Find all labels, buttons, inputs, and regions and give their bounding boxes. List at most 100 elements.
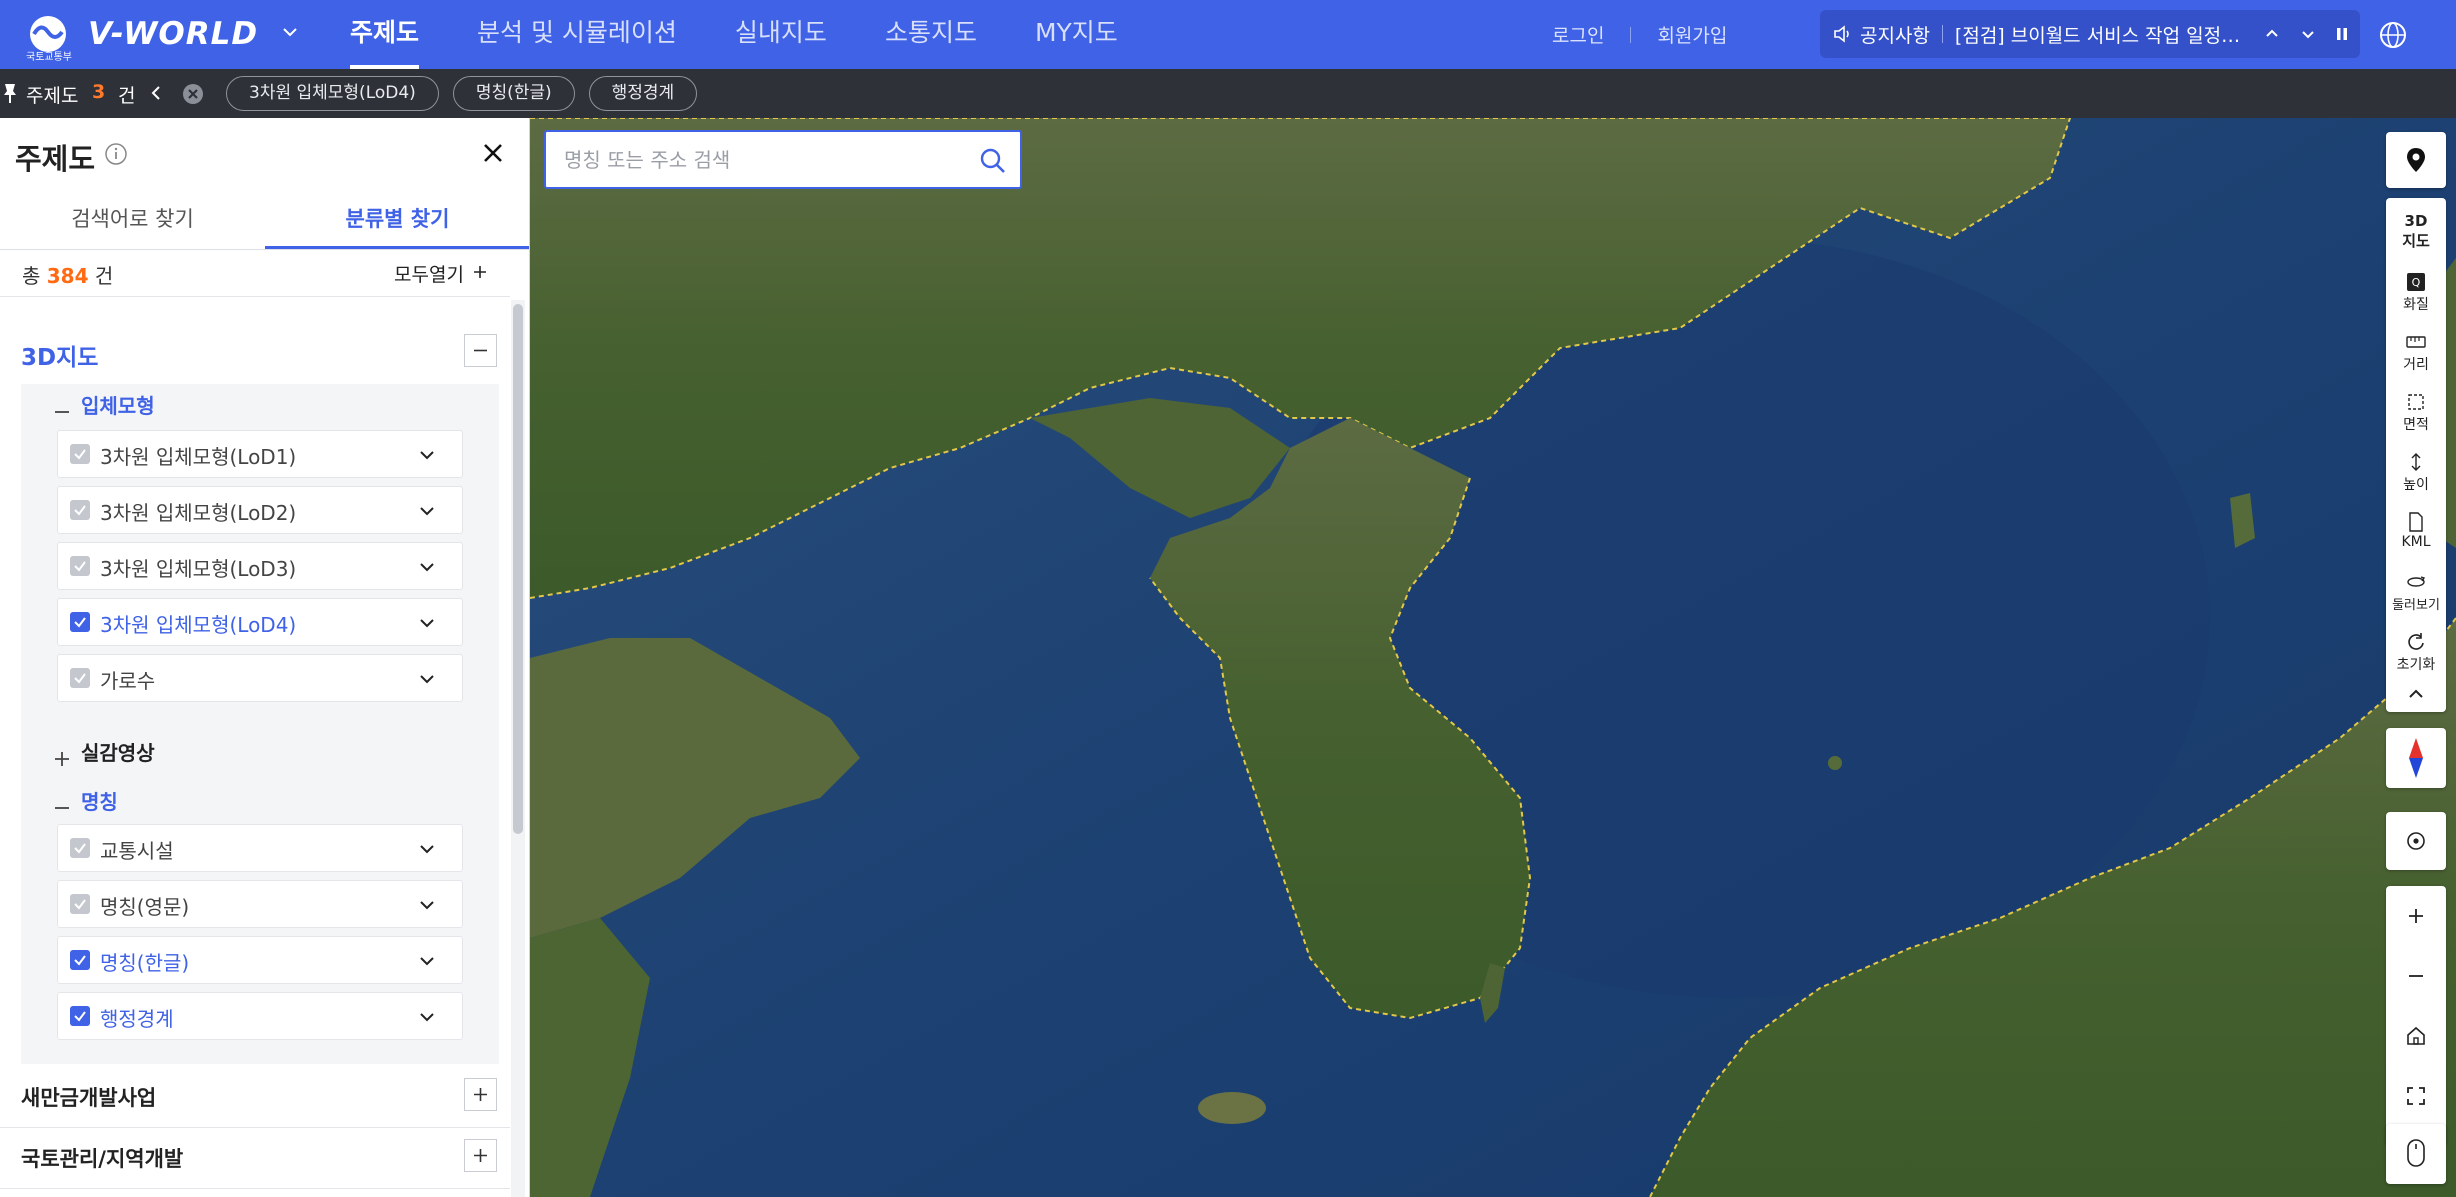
quality-icon: Q bbox=[2407, 273, 2425, 291]
search-input[interactable] bbox=[564, 146, 964, 174]
vworld-logo[interactable]: V-WORLD bbox=[88, 16, 258, 52]
selected-layer-chips: 3차원 입체모형(LoD4) 명칭(한글) 행정경계 bbox=[226, 76, 711, 111]
pin-icon[interactable] bbox=[2, 82, 18, 104]
chip-lod4[interactable]: 3차원 입체모형(LoD4) bbox=[226, 76, 439, 111]
nav-communication-map[interactable]: 소통지도 bbox=[885, 0, 977, 69]
chevron-down-icon[interactable] bbox=[416, 612, 438, 634]
chevron-down-icon[interactable] bbox=[416, 838, 438, 860]
close-icon[interactable] bbox=[480, 140, 506, 166]
login-link[interactable]: 로그인 bbox=[1552, 21, 1604, 48]
globe-language-icon[interactable] bbox=[2378, 20, 2408, 50]
layer-item-lod3[interactable]: 3차원 입체모형(LoD3) bbox=[57, 542, 463, 590]
signup-link[interactable]: 회원가입 bbox=[1657, 21, 1727, 48]
chevron-up-icon[interactable] bbox=[2260, 22, 2284, 46]
my-location-button[interactable] bbox=[2386, 812, 2446, 870]
search-icon[interactable] bbox=[978, 146, 1008, 176]
ministry-name: 국토교통부 bbox=[26, 52, 72, 63]
total-unit: 건 bbox=[94, 264, 114, 288]
nav-thematic-map[interactable]: 주제도 bbox=[350, 0, 420, 69]
checkbox-unchecked[interactable] bbox=[70, 500, 90, 520]
tool-height[interactable]: 높이 bbox=[2386, 452, 2446, 494]
tool-look-around[interactable]: 둘러보기 bbox=[2386, 572, 2446, 613]
checkbox-unchecked[interactable] bbox=[70, 668, 90, 688]
checkbox-unchecked[interactable] bbox=[70, 556, 90, 576]
info-icon[interactable] bbox=[104, 142, 128, 166]
group-realistic-imagery[interactable]: 실감영상 bbox=[81, 737, 155, 766]
notice-text[interactable]: [점검] 브이월드 서비스 작업 일정 안내 bbox=[1955, 21, 2245, 48]
plus-icon[interactable] bbox=[53, 750, 71, 768]
chip-admin-boundary[interactable]: 행정경계 bbox=[588, 76, 698, 111]
minus-icon[interactable] bbox=[53, 403, 71, 421]
collapse-3d-button[interactable] bbox=[464, 334, 497, 367]
tool-distance[interactable]: 거리 bbox=[2386, 332, 2446, 374]
selected-layers-title: 주제도 bbox=[26, 85, 79, 107]
satellite-imagery[interactable] bbox=[530, 118, 2456, 1197]
tab-browse-by-category[interactable]: 분류별 찾기 bbox=[265, 190, 529, 249]
ruler-icon bbox=[2406, 336, 2426, 348]
layer-item-name-korean[interactable]: 명칭(한글) bbox=[57, 936, 463, 984]
target-location-icon bbox=[2407, 832, 2425, 850]
mouse-controls-button[interactable] bbox=[2386, 1124, 2446, 1184]
chevron-down-icon[interactable] bbox=[416, 444, 438, 466]
chip-name-korean[interactable]: 명칭(한글) bbox=[452, 76, 575, 111]
pause-icon[interactable] bbox=[2330, 22, 2354, 46]
mouse-icon bbox=[2407, 1139, 2425, 1167]
chevron-up-icon[interactable] bbox=[2406, 686, 2426, 702]
layer-item-lod2[interactable]: 3차원 입체모형(LoD2) bbox=[57, 486, 463, 534]
notice-ticker[interactable]: 공지사항 [점검] 브이월드 서비스 작업 일정 안내 bbox=[1820, 10, 2360, 58]
checkbox-unchecked[interactable] bbox=[70, 894, 90, 914]
fullscreen-icon[interactable] bbox=[2404, 1084, 2428, 1108]
group-place-names[interactable]: 명칭 bbox=[81, 786, 118, 815]
mode-3d-map[interactable]: 3D 지도 bbox=[2386, 212, 2446, 251]
layer-label: 3차원 입체모형(LoD4) bbox=[100, 613, 297, 637]
checkbox-checked[interactable] bbox=[70, 612, 90, 632]
checkbox-checked[interactable] bbox=[70, 950, 90, 970]
tab-search-by-keyword[interactable]: 검색어로 찾기 bbox=[0, 190, 265, 249]
nav-analysis-simulation[interactable]: 분석 및 시뮬레이션 bbox=[477, 0, 677, 69]
zoom-out-icon[interactable] bbox=[2404, 964, 2428, 988]
layer-item-transport[interactable]: 교통시설 bbox=[57, 824, 463, 872]
chevron-down-icon[interactable] bbox=[416, 1006, 438, 1028]
layer-item-name-english[interactable]: 명칭(영문) bbox=[57, 880, 463, 928]
expand-saemangeum-button[interactable] bbox=[464, 1078, 497, 1111]
chevron-down-icon[interactable] bbox=[416, 894, 438, 916]
home-icon[interactable] bbox=[2404, 1024, 2428, 1048]
chevron-left-icon[interactable] bbox=[146, 82, 166, 104]
group-3d-model[interactable]: 입체모형 bbox=[81, 390, 155, 419]
tool-kml[interactable]: KML bbox=[2386, 512, 2446, 550]
checkbox-unchecked[interactable] bbox=[70, 444, 90, 464]
chevron-down-icon[interactable] bbox=[278, 20, 302, 44]
category-saemangeum[interactable]: 새만금개발사업 bbox=[21, 1082, 156, 1112]
auth-divider bbox=[1630, 26, 1632, 43]
panel-scrollbar-thumb[interactable] bbox=[513, 304, 523, 834]
tool-quality[interactable]: Q 화질 bbox=[2386, 272, 2446, 314]
category-land-management[interactable]: 국토관리/지역개발 bbox=[21, 1143, 183, 1173]
minus-icon[interactable] bbox=[53, 799, 71, 817]
tool-reset[interactable]: 초기화 bbox=[2386, 632, 2446, 674]
chevron-down-icon[interactable] bbox=[2296, 22, 2320, 46]
compass-button[interactable] bbox=[2386, 728, 2446, 788]
place-search-box bbox=[544, 130, 1022, 189]
location-button[interactable] bbox=[2386, 132, 2446, 188]
layer-item-admin-boundary[interactable]: 행정경계 bbox=[57, 992, 463, 1040]
checkbox-unchecked[interactable] bbox=[70, 838, 90, 858]
plus-icon[interactable] bbox=[470, 262, 490, 282]
open-all-button[interactable]: 모두열기 bbox=[394, 260, 464, 287]
satellite-map-view[interactable] bbox=[530, 118, 2456, 1197]
layer-item-street-trees[interactable]: 가로수 bbox=[57, 654, 463, 702]
checkbox-checked[interactable] bbox=[70, 1006, 90, 1026]
layer-item-lod4[interactable]: 3차원 입체모형(LoD4) bbox=[57, 598, 463, 646]
zoom-in-icon[interactable] bbox=[2404, 904, 2428, 928]
layer-item-lod1[interactable]: 3차원 입체모형(LoD1) bbox=[57, 430, 463, 478]
nav-indoor-map[interactable]: 실내지도 bbox=[735, 0, 827, 69]
chevron-down-icon[interactable] bbox=[416, 556, 438, 578]
clear-all-icon[interactable] bbox=[180, 81, 206, 107]
nav-my-map[interactable]: MY지도 bbox=[1035, 0, 1118, 69]
chevron-down-icon[interactable] bbox=[416, 668, 438, 690]
category-3d-map[interactable]: 3D지도 bbox=[21, 338, 98, 372]
chevron-down-icon[interactable] bbox=[416, 950, 438, 972]
expand-land-management-button[interactable] bbox=[464, 1139, 497, 1172]
tool-area[interactable]: 면적 bbox=[2386, 392, 2446, 434]
chevron-down-icon[interactable] bbox=[416, 500, 438, 522]
category-divider bbox=[0, 1188, 510, 1189]
